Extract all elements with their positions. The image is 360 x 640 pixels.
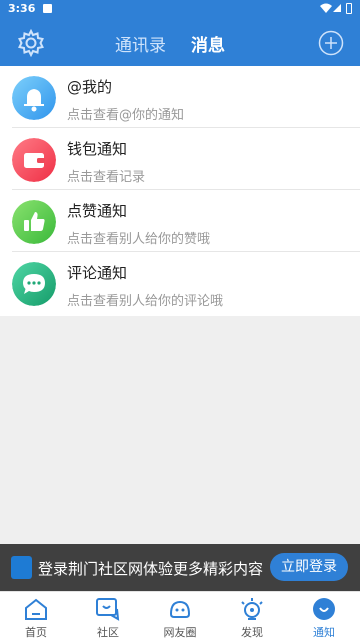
notification-icon [313,598,335,620]
nav-community[interactable]: 社区 [72,592,144,640]
community-icon [96,598,120,621]
notification-subtitle: 点击查看别人给你的赞哦 [67,232,211,247]
bottom-navigation: 首页 社区 网友圈 发现 通知 [0,591,360,640]
top-bar: 通讯录 消息 [0,18,360,66]
battery-icon [346,3,352,14]
discover-icon [241,598,263,620]
tab-messages[interactable]: 消息 [191,31,225,56]
notification-subtitle: 点击查看记录 [67,170,146,185]
nav-label: 发现 [241,626,263,639]
notification-row-wallet[interactable]: 钱包通知 点击查看记录 [0,128,360,190]
notification-row-mentions[interactable]: @我的 点击查看@你的通知 [0,66,360,128]
nav-label: 网友圈 [163,626,197,639]
nav-label: 社区 [97,626,119,639]
nav-discover[interactable]: 发现 [216,592,288,640]
nav-friends-circle[interactable]: 网友圈 [144,592,216,640]
chat-bubble-icon [12,262,56,306]
thumbs-up-icon [12,200,56,244]
notification-title: 钱包通知 [67,140,128,158]
wallet-icon [12,138,56,182]
notification-subtitle: 点击查看别人给你的评论哦 [67,294,224,309]
notification-subtitle: 点击查看@你的通知 [67,108,185,123]
nav-label: 通知 [313,626,335,639]
bell-icon [12,76,56,120]
status-time: 3:36 [8,2,36,15]
wifi-icon [320,3,332,13]
settings-gear-icon[interactable] [17,29,45,57]
login-banner: 登录荆门社区网体验更多精彩内容 立即登录 [0,544,360,591]
tab-contacts[interactable]: 通讯录 [115,31,166,56]
notification-title: 点赞通知 [67,202,128,220]
add-circle-icon[interactable] [318,30,344,56]
nav-home[interactable]: 首页 [0,592,72,640]
notification-row-likes[interactable]: 点赞通知 点击查看别人给你的赞哦 [0,190,360,252]
site-logo [11,556,32,579]
home-icon [25,598,47,620]
login-button[interactable]: 立即登录 [270,553,348,581]
notification-row-comments[interactable]: 评论通知 点击查看别人给你的评论哦 [0,252,360,314]
notification-list: @我的 点击查看@你的通知 钱包通知 点击查看记录 点赞通知 点击查看别人给你的… [0,66,360,316]
notification-title: @我的 [67,78,113,96]
signal-icon [333,4,341,12]
nav-label: 首页 [25,626,47,639]
nav-notifications[interactable]: 通知 [288,592,360,640]
banner-text: 登录荆门社区网体验更多精彩内容 [38,560,264,578]
status-bar: 3:36 [0,0,360,18]
friends-circle-icon [169,600,191,618]
app-notification-icon [43,4,52,13]
notification-title: 评论通知 [67,264,128,282]
